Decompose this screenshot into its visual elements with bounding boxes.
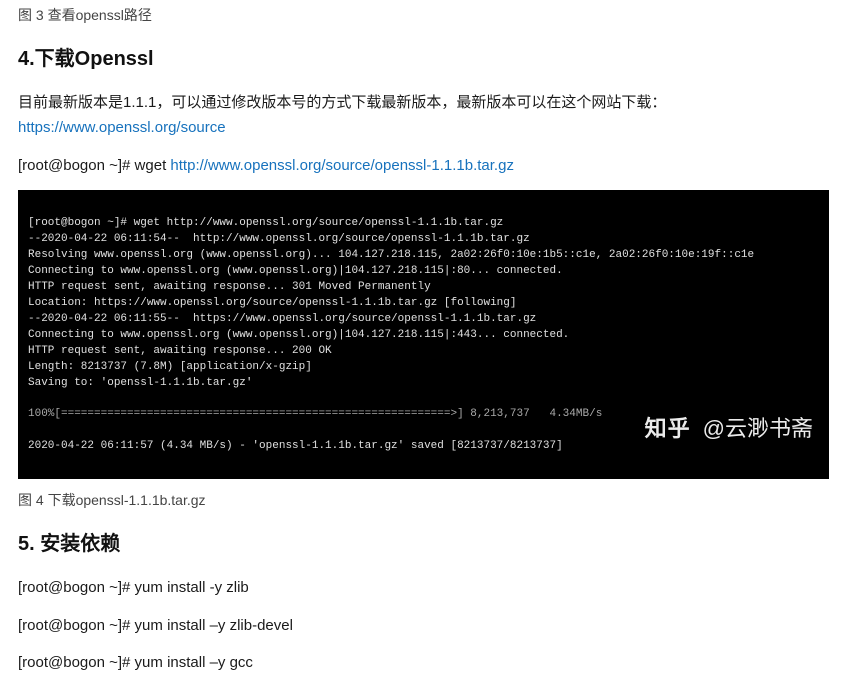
section-5-heading: 5. 安装依赖 (18, 527, 829, 561)
term-line: 2020-04-22 06:11:57 (4.34 MB/s) - 'opens… (28, 440, 563, 452)
wget-url-link[interactable]: http://www.openssl.org/source/openssl-1.… (170, 157, 514, 174)
term-line: --2020-04-22 06:11:54-- http://www.opens… (28, 233, 530, 245)
yum-cmd-gcc: [root@bogon ~]# yum install –y gcc (18, 650, 829, 676)
term-line: Connecting to www.openssl.org (www.opens… (28, 329, 569, 341)
term-line: HTTP request sent, awaiting response... … (28, 281, 431, 293)
term-line: Saving to: 'openssl-1.1.1b.tar.gz' (28, 377, 252, 389)
term-progress-bar: 100%[===================================… (28, 408, 602, 420)
term-line: Connecting to www.openssl.org (www.opens… (28, 265, 563, 277)
watermark: 知乎 @云渺书斋 (645, 413, 813, 445)
intro-text: 目前最新版本是1.1.1，可以通过修改版本号的方式下载最新版本，最新版本可以在这… (18, 94, 666, 111)
wget-prefix: [root@bogon ~]# wget (18, 157, 170, 174)
watermark-zhihu: 知乎 (645, 413, 691, 445)
watermark-handle: @云渺书斋 (703, 413, 813, 445)
wget-command-line: [root@bogon ~]# wget http://www.openssl.… (18, 153, 829, 179)
section-4-heading: 4.下载Openssl (18, 42, 829, 76)
term-line: Resolving www.openssl.org (www.openssl.o… (28, 249, 754, 261)
term-line: Length: 8213737 (7.8M) [application/x-gz… (28, 361, 312, 373)
term-line: Location: https://www.openssl.org/source… (28, 297, 516, 309)
yum-cmd-zlib: [root@bogon ~]# yum install -y zlib (18, 575, 829, 601)
term-line: [root@bogon ~]# wget http://www.openssl.… (28, 217, 503, 229)
yum-cmd-zlib-devel: [root@bogon ~]# yum install –y zlib-deve… (18, 613, 829, 639)
figure-4-caption: 图 4 下载openssl-1.1.1b.tar.gz (18, 489, 829, 513)
figure-3-caption: 图 3 查看openssl路径 (18, 4, 829, 28)
openssl-source-link[interactable]: https://www.openssl.org/source (18, 119, 226, 136)
section-4-intro: 目前最新版本是1.1.1，可以通过修改版本号的方式下载最新版本，最新版本可以在这… (18, 90, 829, 141)
terminal-output: [root@bogon ~]# wget http://www.openssl.… (18, 190, 829, 479)
term-line: --2020-04-22 06:11:55-- https://www.open… (28, 313, 536, 325)
term-line: HTTP request sent, awaiting response... … (28, 345, 332, 357)
